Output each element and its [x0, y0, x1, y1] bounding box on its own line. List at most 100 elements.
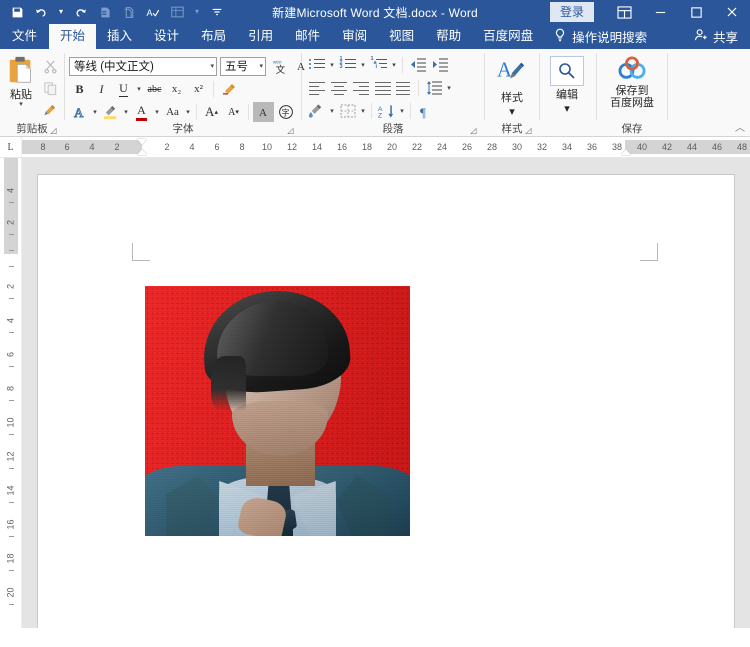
- tell-me-search[interactable]: 操作说明搜索: [554, 24, 647, 49]
- clipboard-dialog-launcher-icon[interactable]: ◿: [49, 126, 58, 135]
- tab-view[interactable]: 视图: [378, 24, 425, 49]
- vertical-ruler[interactable]: 4 2 2 4 6 8 10 12 14 16 18 20: [0, 158, 22, 628]
- save-icon[interactable]: [6, 2, 28, 22]
- font-size-dropdown-icon[interactable]: ▾: [255, 62, 263, 70]
- minimize-icon[interactable]: [642, 0, 678, 24]
- redo-icon[interactable]: [70, 2, 92, 22]
- tab-mailings[interactable]: 邮件: [284, 24, 331, 49]
- ribbon-tab-bar[interactable]: 文件 开始 插入 设计 布局 引用 邮件 审阅 视图 帮助 百度网盘 操作说明搜…: [0, 24, 750, 49]
- tab-home[interactable]: 开始: [49, 24, 97, 49]
- tab-insert[interactable]: 插入: [96, 24, 143, 49]
- document-canvas[interactable]: [22, 158, 750, 628]
- ribbon-display-options-icon[interactable]: [606, 0, 642, 24]
- undo-icon[interactable]: [30, 2, 52, 22]
- font-name-dropdown-icon[interactable]: ▾: [206, 62, 214, 70]
- clear-formatting-icon[interactable]: [218, 79, 239, 99]
- table-dropdown-icon[interactable]: ▾: [190, 2, 204, 22]
- underline-dropdown-icon[interactable]: ▾: [135, 85, 143, 93]
- paste-dropdown-icon[interactable]: ▾: [19, 101, 23, 108]
- first-line-indent-marker[interactable]: [137, 139, 147, 145]
- maximize-icon[interactable]: [678, 0, 714, 24]
- sign-in-button[interactable]: 登录: [549, 2, 594, 22]
- phonetic-guide-icon[interactable]: wén 文: [269, 56, 290, 76]
- hanging-indent-marker[interactable]: [137, 149, 147, 155]
- justify-icon[interactable]: [372, 78, 393, 98]
- undo-dropdown-icon[interactable]: ▾: [54, 2, 68, 22]
- format-painter-icon[interactable]: [40, 100, 60, 120]
- multilevel-list-icon[interactable]: 1ai: [368, 55, 389, 75]
- text-effects-dropdown-icon[interactable]: ▾: [91, 108, 99, 116]
- numbering-icon[interactable]: 123: [337, 55, 358, 75]
- table-icon[interactable]: [166, 2, 188, 22]
- editing-dropdown-icon[interactable]: ▾: [564, 102, 570, 115]
- decrease-indent-icon[interactable]: [407, 55, 428, 75]
- align-center-icon[interactable]: [328, 78, 349, 98]
- shading-dropdown-icon[interactable]: ▾: [328, 107, 336, 115]
- numbering-dropdown-icon[interactable]: ▾: [359, 61, 367, 69]
- bullets-icon[interactable]: [306, 55, 327, 75]
- line-spacing-dropdown-icon[interactable]: ▾: [445, 84, 453, 92]
- show-formatting-marks-icon[interactable]: ¶: [415, 101, 436, 121]
- quick-access-toolbar[interactable]: ▾ A ▾: [0, 2, 228, 22]
- tab-layout[interactable]: 布局: [190, 24, 237, 49]
- tab-help[interactable]: 帮助: [425, 24, 472, 49]
- font-dialog-launcher-icon[interactable]: ◿: [286, 126, 295, 135]
- strikethrough-button[interactable]: abc: [144, 79, 165, 99]
- horizontal-ruler-strip[interactable]: 8 6 4 2 2 4 6 8 10 12 14 16 18 20 22 24 …: [22, 137, 750, 157]
- right-indent-marker[interactable]: [621, 149, 631, 155]
- shrink-font-button[interactable]: A ▾: [223, 102, 244, 122]
- font-name-combobox[interactable]: 等线 (中文正文) ▾: [69, 56, 217, 76]
- paragraph-dialog-launcher-icon[interactable]: ◿: [469, 126, 478, 135]
- copy-icon[interactable]: [40, 78, 60, 98]
- tab-baidu-netdisk[interactable]: 百度网盘: [472, 24, 544, 49]
- tab-review[interactable]: 审阅: [331, 24, 378, 49]
- increase-indent-icon[interactable]: [429, 55, 450, 75]
- save-to-baidu-netdisk-button[interactable]: 保存到 百度网盘: [601, 52, 663, 109]
- editing-button[interactable]: 编辑 ▾: [544, 52, 590, 115]
- text-highlight-dropdown-icon[interactable]: ▾: [122, 108, 130, 116]
- character-shading-button[interactable]: A: [253, 102, 274, 122]
- styles-button[interactable]: A 样式 ▾: [489, 52, 535, 118]
- change-case-button[interactable]: Aa: [162, 102, 183, 122]
- grow-font-button[interactable]: A ▴: [201, 102, 222, 122]
- multilevel-list-dropdown-icon[interactable]: ▾: [390, 61, 398, 69]
- share-button[interactable]: 共享: [694, 24, 750, 49]
- shading-icon[interactable]: [306, 101, 327, 121]
- font-color-button[interactable]: A: [131, 102, 152, 122]
- document-page[interactable]: [38, 175, 734, 628]
- borders-dropdown-icon[interactable]: ▾: [359, 107, 367, 115]
- line-spacing-icon[interactable]: [423, 78, 444, 98]
- spelling-check-icon[interactable]: A: [142, 2, 164, 22]
- new-document-icon[interactable]: [118, 2, 140, 22]
- inserted-image[interactable]: [145, 286, 410, 536]
- text-effects-icon[interactable]: A: [69, 102, 90, 122]
- bullets-dropdown-icon[interactable]: ▾: [328, 61, 336, 69]
- font-color-dropdown-icon[interactable]: ▾: [153, 108, 161, 116]
- tab-file[interactable]: 文件: [0, 24, 49, 49]
- customize-qat-icon[interactable]: [206, 2, 228, 22]
- underline-button[interactable]: U: [113, 79, 134, 99]
- change-case-dropdown-icon[interactable]: ▾: [184, 108, 192, 116]
- text-highlight-icon[interactable]: [100, 102, 121, 122]
- subscript-button[interactable]: x₂: [166, 79, 187, 99]
- sort-ascending-icon[interactable]: AZ: [376, 101, 397, 121]
- bold-button[interactable]: B: [69, 79, 90, 99]
- borders-icon[interactable]: [337, 101, 358, 121]
- sort-dropdown-icon[interactable]: ▾: [398, 107, 406, 115]
- distributed-icon[interactable]: [394, 78, 414, 98]
- italic-button[interactable]: I: [91, 79, 112, 99]
- cut-icon[interactable]: [40, 56, 60, 76]
- collapse-ribbon-icon[interactable]: ︿: [735, 119, 745, 134]
- horizontal-ruler[interactable]: L 8 6 4 2 2 4 6 8 10 12 14 16 18 20 22 2…: [0, 137, 750, 158]
- tab-design[interactable]: 设计: [143, 24, 190, 49]
- font-size-combobox[interactable]: 五号 ▾: [220, 56, 266, 76]
- enclose-characters-button[interactable]: 字: [275, 102, 296, 122]
- superscript-button[interactable]: x²: [188, 79, 209, 99]
- tab-references[interactable]: 引用: [237, 24, 284, 49]
- paste-button[interactable]: 粘贴 ▾: [4, 52, 38, 108]
- close-icon[interactable]: [714, 0, 750, 24]
- styles-dropdown-icon[interactable]: ▾: [509, 105, 515, 118]
- align-left-icon[interactable]: [306, 78, 327, 98]
- align-right-icon[interactable]: [350, 78, 371, 98]
- tab-stop-selector[interactable]: L: [0, 137, 22, 157]
